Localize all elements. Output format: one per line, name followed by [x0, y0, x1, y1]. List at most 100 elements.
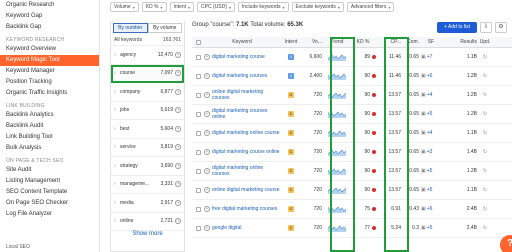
all-keywords-row[interactable]: All keywords 163,761 — [111, 35, 184, 46]
checkbox[interactable] — [195, 54, 201, 60]
sidebar-local-seo[interactable]: Local SEO — [0, 244, 100, 252]
by-number-toggle[interactable]: By number — [113, 23, 148, 33]
serp-feature-more[interactable]: +5 — [427, 225, 433, 231]
by-volume-toggle[interactable]: By volume — [147, 23, 182, 33]
group-row[interactable]: › best 5,604 + — [111, 120, 184, 139]
settings-icon[interactable]: ⚙ — [495, 22, 507, 33]
sidebar-item-keyword-gap[interactable]: Keyword Gap — [0, 11, 99, 22]
help-icon[interactable]: ? — [500, 235, 512, 252]
keyword-link[interactable]: digital marketing courses — [212, 73, 267, 79]
sidebar-item-on-page-seo-checker[interactable]: On Page SEO Checker — [0, 198, 99, 209]
checkbox[interactable] — [195, 92, 201, 98]
keyword-link[interactable]: online digital marketing course — [212, 187, 280, 193]
keyword-link[interactable]: free digital marketing courses — [212, 206, 277, 212]
checkbox[interactable] — [195, 73, 201, 79]
refresh-icon[interactable]: ↻ — [479, 187, 491, 193]
checkbox[interactable] — [195, 206, 201, 212]
plus-circle-icon[interactable]: + — [204, 225, 210, 231]
row-checkbox[interactable] — [192, 187, 204, 193]
refresh-icon[interactable]: ↻ — [479, 92, 491, 98]
refresh-icon[interactable]: ↻ — [479, 168, 491, 174]
plus-circle-icon[interactable]: + — [175, 199, 181, 206]
plus-circle-icon[interactable]: + — [204, 187, 210, 193]
export-icon[interactable]: ⇩ — [480, 22, 492, 33]
plus-circle-icon[interactable]: + — [204, 130, 210, 136]
plus-circle-icon[interactable]: + — [204, 73, 210, 79]
keyword-link[interactable]: digital marketing course — [212, 54, 265, 60]
plus-circle-icon[interactable]: + — [175, 162, 181, 169]
serp-feature-more[interactable]: +4 — [427, 92, 433, 98]
plus-circle-icon[interactable]: + — [175, 125, 181, 132]
plus-circle-icon[interactable]: + — [175, 181, 181, 188]
sidebar-item-organic-traffic-insights[interactable]: Organic Traffic Insights — [0, 88, 99, 99]
checkbox[interactable] — [195, 225, 201, 231]
plus-circle-icon[interactable]: + — [175, 218, 181, 225]
row-checkbox[interactable] — [192, 225, 204, 231]
serp-feature-more[interactable]: +5 — [427, 187, 433, 193]
row-checkbox[interactable] — [192, 130, 204, 136]
plus-circle-icon[interactable]: + — [175, 51, 181, 58]
checkbox[interactable] — [195, 168, 201, 174]
refresh-icon[interactable]: ↻ — [479, 206, 491, 212]
column-header-upd[interactable]: Upd. — [479, 39, 491, 45]
checkbox[interactable] — [195, 111, 201, 117]
keyword-link[interactable]: digital marketing online courses — [212, 165, 280, 177]
sidebar-item-position-tracking[interactable]: Position Tracking — [0, 77, 99, 88]
keyword-link[interactable]: digital marketing course online — [212, 149, 280, 155]
row-checkbox[interactable] — [192, 111, 204, 117]
filter-intent[interactable]: Intent ▾ — [169, 2, 195, 12]
serp-feature-more[interactable]: +7 — [427, 54, 433, 60]
plus-circle-icon[interactable]: + — [175, 144, 181, 151]
plus-circle-icon[interactable]: + — [204, 54, 210, 60]
plus-circle-icon[interactable]: + — [204, 149, 210, 155]
sidebar-item-site-audit[interactable]: Site Audit — [0, 165, 99, 176]
checkbox[interactable] — [195, 149, 201, 155]
column-header-results[interactable]: Results — [441, 39, 479, 45]
group-row[interactable]: › strategy 3,690 + — [111, 157, 184, 176]
keyword-link[interactable]: digital marketing online course — [212, 130, 280, 136]
column-header-intent[interactable]: Intent — [280, 39, 302, 45]
refresh-icon[interactable]: ↻ — [479, 149, 491, 155]
keyword-link[interactable]: online digital marketing courses — [212, 89, 280, 101]
refresh-icon[interactable]: ↻ — [479, 225, 491, 231]
group-row[interactable]: › agency 12,470 + — [111, 46, 184, 65]
select-all-checkbox[interactable] — [192, 39, 204, 45]
serp-feature-more[interactable]: +3 — [427, 149, 433, 155]
sidebar-item-bulk-analysis[interactable]: Bulk Analysis — [0, 143, 99, 154]
sidebar-item-organic-research[interactable]: Organic Research — [0, 0, 99, 11]
sidebar-item-keyword-manager[interactable]: Keyword Manager — [0, 66, 99, 77]
filter-volume[interactable]: Volume ▾ — [110, 2, 139, 12]
group-row[interactable]: › manageme... 3,331 + — [111, 176, 184, 194]
serp-feature-more[interactable]: +4 — [427, 130, 433, 136]
plus-circle-icon[interactable]: + — [204, 168, 210, 174]
sidebar-item-backlink-analytics[interactable]: Backlink Analytics — [0, 110, 99, 121]
sidebar-item-keyword-overview[interactable]: Keyword Overview — [0, 44, 99, 55]
plus-circle-icon[interactable]: + — [204, 92, 210, 98]
serp-feature-more[interactable]: +5 — [427, 168, 433, 174]
plus-circle-icon[interactable]: + — [175, 107, 181, 114]
sidebar-item-log-file-analyzer[interactable]: Log File Analyzer — [0, 209, 99, 220]
group-row[interactable]: › company 6,877 + — [111, 83, 184, 102]
filter-kd-[interactable]: KD % ▾ — [141, 2, 167, 12]
plus-circle-icon[interactable]: + — [175, 70, 181, 77]
group-row[interactable]: › service 3,819 + — [111, 139, 184, 157]
refresh-icon[interactable]: ↻ — [479, 73, 491, 79]
filter-include-keywords[interactable]: Include keywords ▾ — [237, 2, 289, 12]
column-header-sf[interactable]: SF — [421, 39, 441, 45]
add-to-list-button[interactable]: + Add to list — [437, 22, 477, 33]
plus-circle-icon[interactable]: + — [175, 88, 181, 95]
row-checkbox[interactable] — [192, 92, 204, 98]
group-row[interactable]: › jobs 5,619 + — [111, 102, 184, 120]
row-checkbox[interactable] — [192, 168, 204, 174]
column-header-keyword[interactable]: Keyword — [204, 39, 280, 45]
sidebar-item-listing-management[interactable]: Listing Management — [0, 176, 99, 187]
serp-feature-more[interactable]: +6 — [427, 73, 433, 79]
checkbox[interactable] — [195, 39, 201, 45]
keyword-link[interactable]: digital marketing courses online — [212, 108, 280, 120]
refresh-icon[interactable]: ↻ — [479, 111, 491, 117]
plus-circle-icon[interactable]: + — [204, 111, 210, 117]
filter-advanced-filters[interactable]: Advanced filters ▾ — [346, 2, 395, 12]
filter-exclude-keywords[interactable]: Exclude keywords ▾ — [291, 2, 344, 12]
group-row[interactable]: › online 2,721 + — [111, 213, 184, 231]
refresh-icon[interactable]: ↻ — [479, 130, 491, 136]
